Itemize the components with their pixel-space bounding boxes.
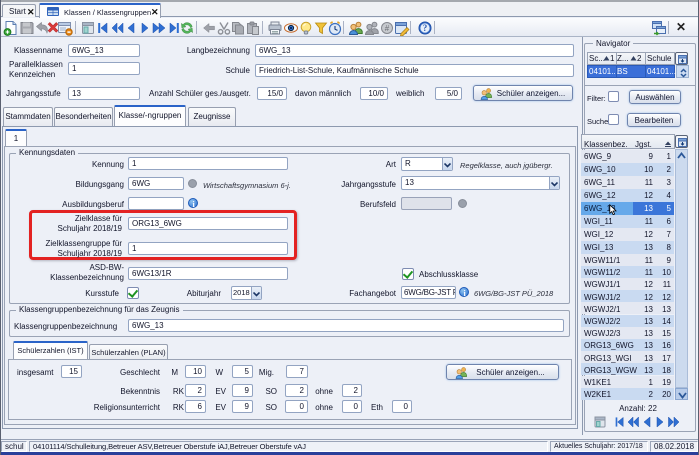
svg-text:?: ?	[423, 23, 428, 33]
svg-text:#: #	[385, 24, 390, 33]
